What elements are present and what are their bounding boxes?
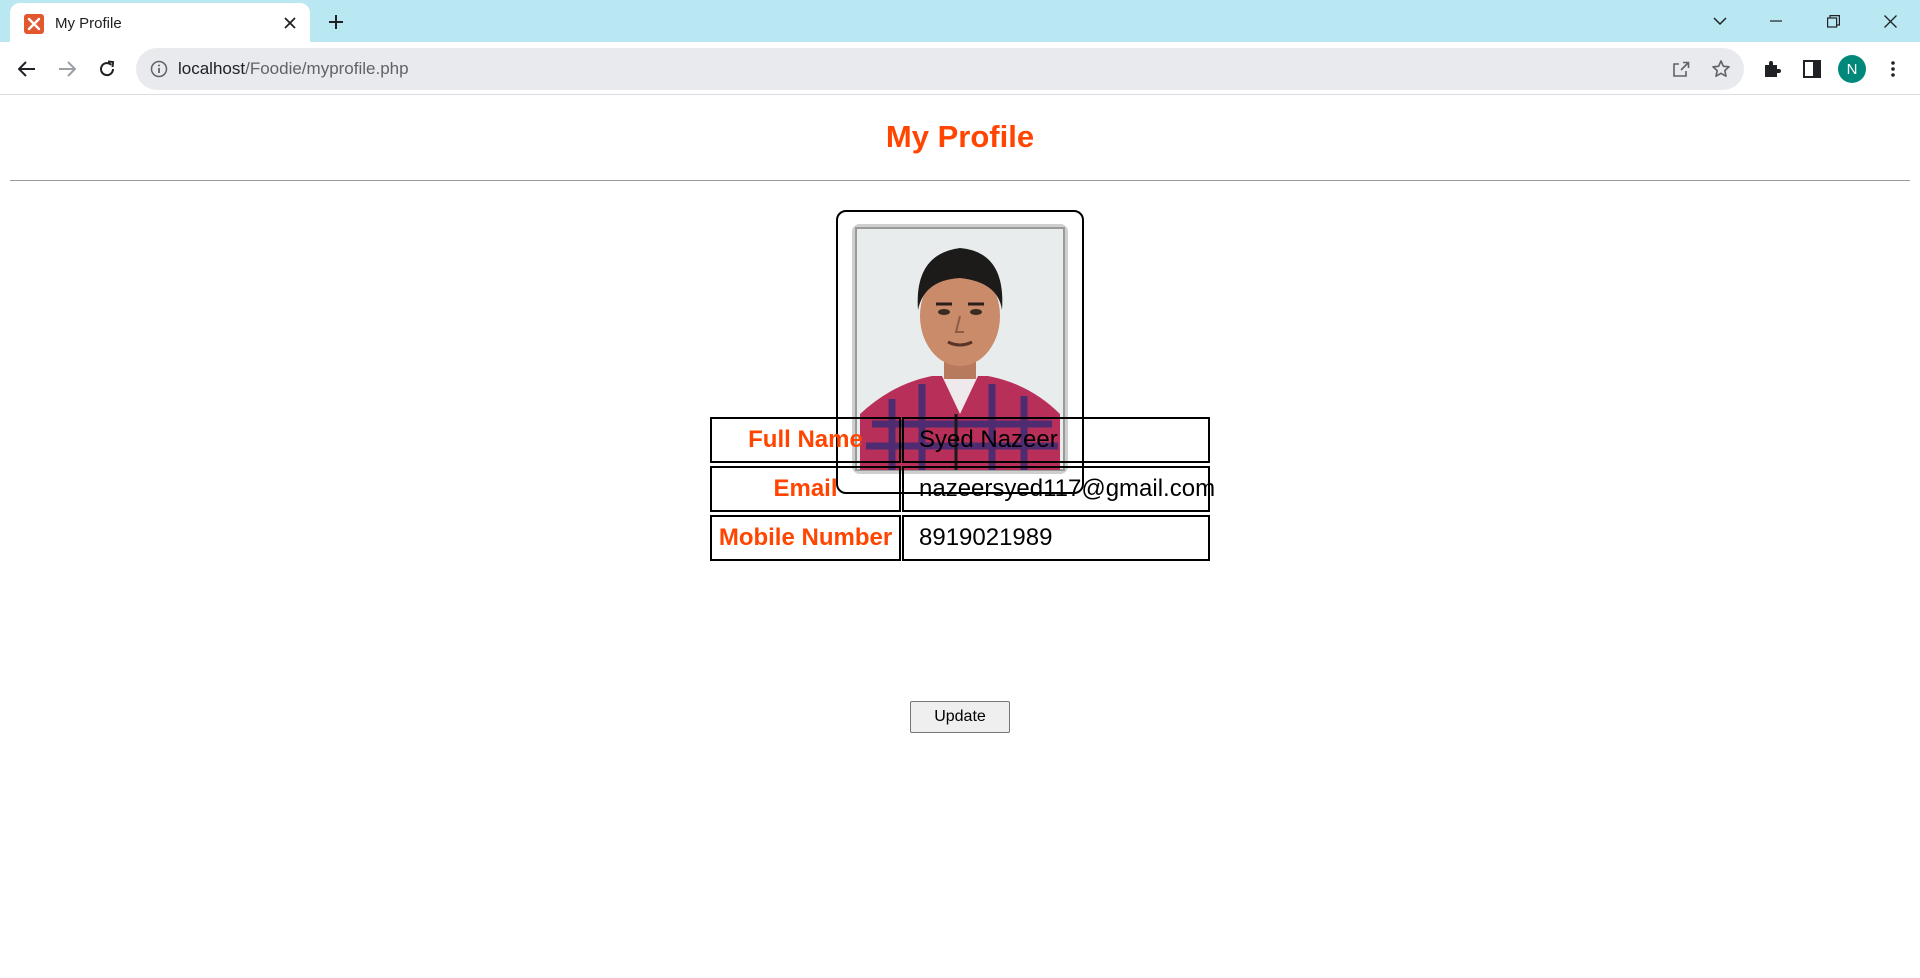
page-content: My Profile Full Name Syed Nazeer Email n…	[0, 96, 1920, 978]
tab-search-chevron-icon[interactable]	[1692, 0, 1748, 42]
mobile-number-label: Mobile Number	[710, 515, 901, 561]
email-value: nazeersyed117@gmail.com	[902, 466, 1215, 512]
site-info-icon[interactable]	[150, 60, 168, 78]
divider	[10, 180, 1910, 181]
back-arrow-icon[interactable]	[13, 55, 41, 83]
tab-my-profile[interactable]: My Profile	[10, 3, 310, 42]
profile-avatar[interactable]: N	[1838, 55, 1866, 83]
update-button[interactable]: Update	[910, 701, 1010, 733]
forward-arrow-icon[interactable]	[53, 55, 81, 83]
side-panel-icon[interactable]	[1799, 56, 1825, 82]
bookmark-star-icon[interactable]	[1710, 58, 1732, 80]
address-bar[interactable]: localhost/Foodie/myprofile.php	[136, 48, 1744, 90]
url-host: localhost	[178, 59, 246, 78]
browser-toolbar: localhost/Foodie/myprofile.php N	[0, 42, 1920, 95]
mobile-number-value: 8919021989	[902, 515, 1210, 561]
kebab-menu-icon[interactable]	[1880, 56, 1906, 82]
new-tab-plus-icon[interactable]	[324, 10, 348, 34]
share-icon[interactable]	[1670, 58, 1692, 80]
extensions-puzzle-icon[interactable]	[1759, 56, 1785, 82]
url-path: /Foodie/myprofile.php	[245, 59, 409, 78]
full-name-value: Syed Nazeer	[902, 417, 1210, 463]
close-window-icon[interactable]	[1862, 0, 1918, 42]
tab-close-icon[interactable]	[280, 13, 300, 33]
page-title: My Profile	[885, 119, 1035, 154]
restore-icon[interactable]	[1805, 0, 1861, 42]
email-label: Email	[710, 466, 901, 512]
reload-icon[interactable]	[93, 55, 121, 83]
tab-strip: My Profile	[0, 0, 1920, 42]
xampp-favicon-icon	[24, 14, 44, 34]
tab-title: My Profile	[55, 15, 122, 32]
minimize-icon[interactable]	[1748, 0, 1804, 42]
url-text[interactable]: localhost/Foodie/myprofile.php	[178, 59, 409, 79]
full-name-label: Full Name	[710, 417, 901, 463]
